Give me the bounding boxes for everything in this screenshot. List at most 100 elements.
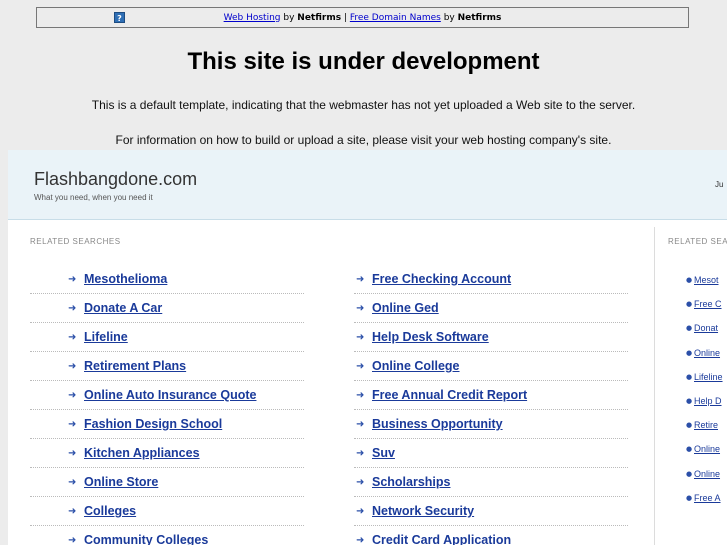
site-header: Flashbangdone.com What you need, when yo… bbox=[8, 150, 727, 220]
bullet-icon: ● bbox=[686, 397, 693, 406]
list-item: ➜ Suv bbox=[354, 439, 628, 468]
arrow-right-icon: ➜ bbox=[356, 505, 365, 517]
list-item: ➜ Fashion Design School bbox=[30, 410, 304, 439]
arrow-right-icon: ➜ bbox=[68, 302, 77, 314]
sidebar-link[interactable]: Mesot bbox=[694, 275, 719, 285]
bullet-icon: ● bbox=[686, 372, 693, 381]
related-link[interactable]: Lifeline bbox=[84, 330, 128, 344]
arrow-right-icon: ➜ bbox=[68, 360, 77, 372]
web-hosting-link[interactable]: Web Hosting bbox=[224, 13, 281, 23]
related-link[interactable]: Online Store bbox=[84, 475, 158, 489]
by-text: by bbox=[280, 12, 298, 23]
site-tagline: What you need, when you need it bbox=[34, 193, 153, 202]
bullet-icon: ● bbox=[686, 324, 693, 333]
arrow-right-icon: ➜ bbox=[68, 418, 77, 430]
sidebar-link[interactable]: Help D bbox=[694, 396, 722, 406]
list-item: ➜ Help Desk Software bbox=[354, 323, 628, 352]
related-link[interactable]: Free Checking Account bbox=[372, 272, 511, 286]
sidebar-link[interactable]: Online bbox=[694, 469, 720, 479]
by-text: by bbox=[440, 12, 458, 23]
arrow-right-icon: ➜ bbox=[68, 447, 77, 459]
arrow-right-icon: ➜ bbox=[356, 418, 365, 430]
related-link[interactable]: Fashion Design School bbox=[84, 417, 222, 431]
bullet-icon: ● bbox=[686, 300, 693, 309]
bullet-icon: ● bbox=[686, 421, 693, 430]
arrow-right-icon: ➜ bbox=[356, 331, 365, 343]
related-link[interactable]: Colleges bbox=[84, 504, 136, 518]
separator: | bbox=[341, 12, 350, 23]
related-link[interactable]: Free Annual Credit Report bbox=[372, 388, 527, 402]
related-link[interactable]: Help Desk Software bbox=[372, 330, 489, 344]
arrow-right-icon: ➜ bbox=[356, 476, 365, 488]
sidebar-link[interactable]: Free C bbox=[694, 299, 722, 309]
hosting-banner: ? Web Hosting by Netfirms | Free Domain … bbox=[36, 7, 689, 28]
site-brand[interactable]: Flashbangdone.com bbox=[34, 169, 197, 190]
related-link[interactable]: Community Colleges bbox=[84, 533, 208, 545]
arrow-right-icon: ➜ bbox=[68, 505, 77, 517]
arrow-right-icon: ➜ bbox=[68, 273, 77, 285]
arrow-right-icon: ➜ bbox=[68, 331, 77, 343]
column-divider bbox=[654, 227, 655, 545]
related-link[interactable]: Business Opportunity bbox=[372, 417, 503, 431]
related-list-right: ➜ Free Checking Account ➜ Online Ged ➜ Help… bbox=[354, 265, 628, 545]
list-item: ➜ Network Security bbox=[354, 497, 628, 526]
list-item: ➜ Kitchen Appliances bbox=[30, 439, 304, 468]
related-link[interactable]: Network Security bbox=[372, 504, 474, 518]
list-item: ➜ Online Store bbox=[30, 468, 304, 497]
list-item: ● Retire bbox=[686, 413, 727, 437]
list-item: ● Donat bbox=[686, 316, 727, 340]
arrow-right-icon: ➜ bbox=[356, 302, 365, 314]
info-line-template: This is a default template, indicating t… bbox=[91, 98, 636, 112]
netfirms-text: Netfirms bbox=[297, 12, 342, 23]
free-domain-names-link[interactable]: Free Domain Names bbox=[350, 13, 441, 23]
arrow-right-icon: ➜ bbox=[356, 447, 365, 459]
bullet-icon: ● bbox=[686, 276, 693, 285]
related-link[interactable]: Mesothelioma bbox=[84, 272, 167, 286]
list-item: ● Online bbox=[686, 437, 727, 461]
bullet-icon: ● bbox=[686, 348, 693, 357]
list-item: ➜ Colleges bbox=[30, 497, 304, 526]
list-item: ➜ Business Opportunity bbox=[354, 410, 628, 439]
related-list-left: ➜ Mesothelioma ➜ Donate A Car ➜ Lifeline ➜ R… bbox=[30, 265, 304, 545]
bullet-icon: ● bbox=[686, 445, 693, 454]
header-right-text: Ju bbox=[715, 180, 724, 189]
related-link[interactable]: Scholarships bbox=[372, 475, 451, 489]
help-icon[interactable]: ? bbox=[114, 12, 125, 23]
list-item: ➜ Retirement Plans bbox=[30, 352, 304, 381]
arrow-right-icon: ➜ bbox=[356, 389, 365, 401]
related-link[interactable]: Online Auto Insurance Quote bbox=[84, 388, 256, 402]
sidebar-link[interactable]: Online bbox=[694, 444, 720, 454]
list-item: ➜ Credit Card Application bbox=[354, 526, 628, 545]
related-link[interactable]: Donate A Car bbox=[84, 301, 162, 315]
related-searches-label-right: RELATED SEA bbox=[668, 237, 727, 246]
related-link[interactable]: Retirement Plans bbox=[84, 359, 186, 373]
list-item: ➜ Community Colleges bbox=[30, 526, 304, 545]
related-link[interactable]: Credit Card Application bbox=[372, 533, 511, 545]
arrow-right-icon: ➜ bbox=[68, 534, 77, 545]
arrow-right-icon: ➜ bbox=[356, 273, 365, 285]
list-item: ➜ Free Annual Credit Report bbox=[354, 381, 628, 410]
sidebar-link[interactable]: Retire bbox=[694, 420, 718, 430]
related-link[interactable]: Suv bbox=[372, 446, 395, 460]
sidebar-link[interactable]: Donat bbox=[694, 323, 718, 333]
sidebar-link[interactable]: Online bbox=[694, 348, 720, 358]
related-link[interactable]: Online Ged bbox=[372, 301, 439, 315]
list-item: ➜ Online Ged bbox=[354, 294, 628, 323]
netfirms-text: Netfirms bbox=[457, 12, 502, 23]
related-searches-label: RELATED SEARCHES bbox=[30, 237, 121, 246]
list-item: ● Free C bbox=[686, 292, 727, 316]
list-item: ● Lifeline bbox=[686, 365, 727, 389]
list-item: ➜ Online College bbox=[354, 352, 628, 381]
arrow-right-icon: ➜ bbox=[68, 389, 77, 401]
list-item: ● Free A bbox=[686, 486, 727, 510]
list-item: ➜ Online Auto Insurance Quote bbox=[30, 381, 304, 410]
info-line-hosting: For information on how to build or uploa… bbox=[115, 133, 612, 147]
related-list-sidebar: ● Mesot ● Free C ● Donat ● Online ● Lifeline … bbox=[686, 268, 727, 510]
page-title: This site is under development bbox=[187, 48, 540, 75]
related-link[interactable]: Online College bbox=[372, 359, 460, 373]
list-item: ➜ Scholarships bbox=[354, 468, 628, 497]
list-item: ➜ Lifeline bbox=[30, 323, 304, 352]
sidebar-link[interactable]: Free A bbox=[694, 493, 721, 503]
related-link[interactable]: Kitchen Appliances bbox=[84, 446, 200, 460]
sidebar-link[interactable]: Lifeline bbox=[694, 372, 723, 382]
